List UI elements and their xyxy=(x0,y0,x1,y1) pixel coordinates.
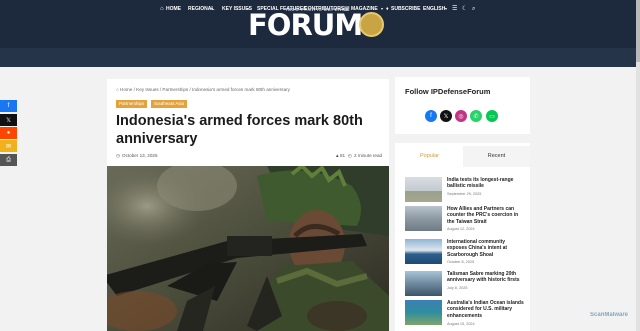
tab-recent[interactable]: Recent xyxy=(463,146,530,167)
chevron-down-icon: ▾ xyxy=(381,6,384,11)
post-date: August 12, 2024 xyxy=(447,227,475,231)
search-icon[interactable]: ⌕ xyxy=(472,6,475,12)
follow-x-button[interactable]: 𝕏 xyxy=(440,110,452,122)
nav-magazine[interactable]: MAGAZINE xyxy=(351,6,378,12)
post-title[interactable]: International community exposes China's … xyxy=(447,239,525,258)
chevron-down-icon: ▾ xyxy=(445,6,448,11)
tag-partnerships[interactable]: Partnerships xyxy=(116,100,148,108)
nav-special-features[interactable]: SPECIAL FEATURES xyxy=(257,6,307,12)
dark-mode-icon[interactable]: ☾ xyxy=(462,6,467,12)
post-thumbnail[interactable] xyxy=(405,300,442,325)
breadcrumb[interactable]: ⌂ Home / Key Issues / Partnerships / Ind… xyxy=(116,87,290,92)
follow-whatsapp-button[interactable]: ✆ xyxy=(470,110,482,122)
article-title: Indonesia's armed forces mark 80th anniv… xyxy=(116,113,363,147)
x-icon: 𝕏 xyxy=(443,113,449,120)
main-nav xyxy=(0,48,640,67)
soldier-photo xyxy=(107,166,389,331)
share-reddit-button[interactable]: ● xyxy=(0,127,17,139)
chevron-down-icon: ▾ xyxy=(211,6,214,11)
article-hero-image xyxy=(107,166,389,331)
post-title[interactable]: Australia's Indian Ocean islands conside… xyxy=(447,300,525,319)
magazine-icon: ▤ xyxy=(344,6,350,12)
nav-language[interactable]: ENGLISH xyxy=(423,6,445,12)
post-thumbnail[interactable] xyxy=(405,271,442,296)
share-email-button[interactable]: ✉ xyxy=(0,140,17,152)
reading-time-icon: ◴ xyxy=(348,153,353,158)
post-title[interactable]: India tests its longest-range ballistic … xyxy=(447,177,525,190)
follow-instagram-button[interactable]: ◎ xyxy=(455,110,467,122)
chevron-down-icon: ▾ xyxy=(247,6,250,11)
reading-time: 2 minute read xyxy=(354,153,383,158)
follow-line-button[interactable]: ▭ xyxy=(486,110,498,122)
article-date: October 13, 2025 xyxy=(122,153,158,158)
view-count: 81 xyxy=(340,153,346,158)
nav-home[interactable]: HOME xyxy=(166,6,181,12)
anniversary-seal-icon xyxy=(359,12,384,37)
post-thumbnail[interactable] xyxy=(405,177,442,202)
views-icon: ▲ xyxy=(335,153,340,158)
post-date: August 15, 2024 xyxy=(447,322,475,326)
post-title[interactable]: How Allies and Partners can counter the … xyxy=(447,206,525,225)
reddit-icon: ● xyxy=(6,130,11,136)
tag-southeast-asia[interactable]: Southeast Asia xyxy=(151,100,188,108)
site-logo[interactable]: FORUM xyxy=(248,9,363,41)
follow-title: Follow IPDefenseForum xyxy=(405,87,491,96)
print-icon: ⎙ xyxy=(6,156,11,163)
instagram-icon: ◎ xyxy=(458,113,464,120)
line-icon: ▭ xyxy=(489,113,495,120)
watermark: ScanMalware xyxy=(590,312,629,318)
share-x-button[interactable]: 𝕏 xyxy=(0,114,17,126)
post-thumbnail[interactable] xyxy=(405,206,442,231)
clock-icon: ◷ xyxy=(116,153,121,158)
post-thumbnail[interactable] xyxy=(405,239,442,264)
print-button[interactable]: ⎙ xyxy=(0,154,17,166)
whatsapp-icon: ✆ xyxy=(473,113,479,120)
facebook-icon: f xyxy=(7,103,10,109)
share-facebook-button[interactable]: f xyxy=(0,100,17,112)
bell-icon: ♦ xyxy=(386,6,389,12)
menu-icon[interactable]: ☰ xyxy=(452,6,457,12)
follow-facebook-button[interactable]: f xyxy=(425,110,437,122)
post-title[interactable]: Talisman Sabre marking 20th anniversary … xyxy=(447,271,525,284)
post-date: September 29, 2025 xyxy=(447,192,482,196)
nav-subscribe[interactable]: SUBSCRIBE xyxy=(391,6,420,12)
email-icon: ✉ xyxy=(5,143,12,150)
facebook-icon: f xyxy=(430,113,432,119)
tab-popular[interactable]: Popular xyxy=(396,146,463,167)
x-icon: 𝕏 xyxy=(6,117,11,124)
scrollbar-thumb[interactable] xyxy=(636,0,640,62)
post-date: July 8, 2025 xyxy=(447,286,468,290)
post-date: October 8, 2025 xyxy=(447,260,475,264)
follow-widget xyxy=(395,77,530,134)
home-icon: ⌂ xyxy=(160,6,164,12)
nav-contributors[interactable]: CONTRIBUTORS xyxy=(304,6,344,12)
